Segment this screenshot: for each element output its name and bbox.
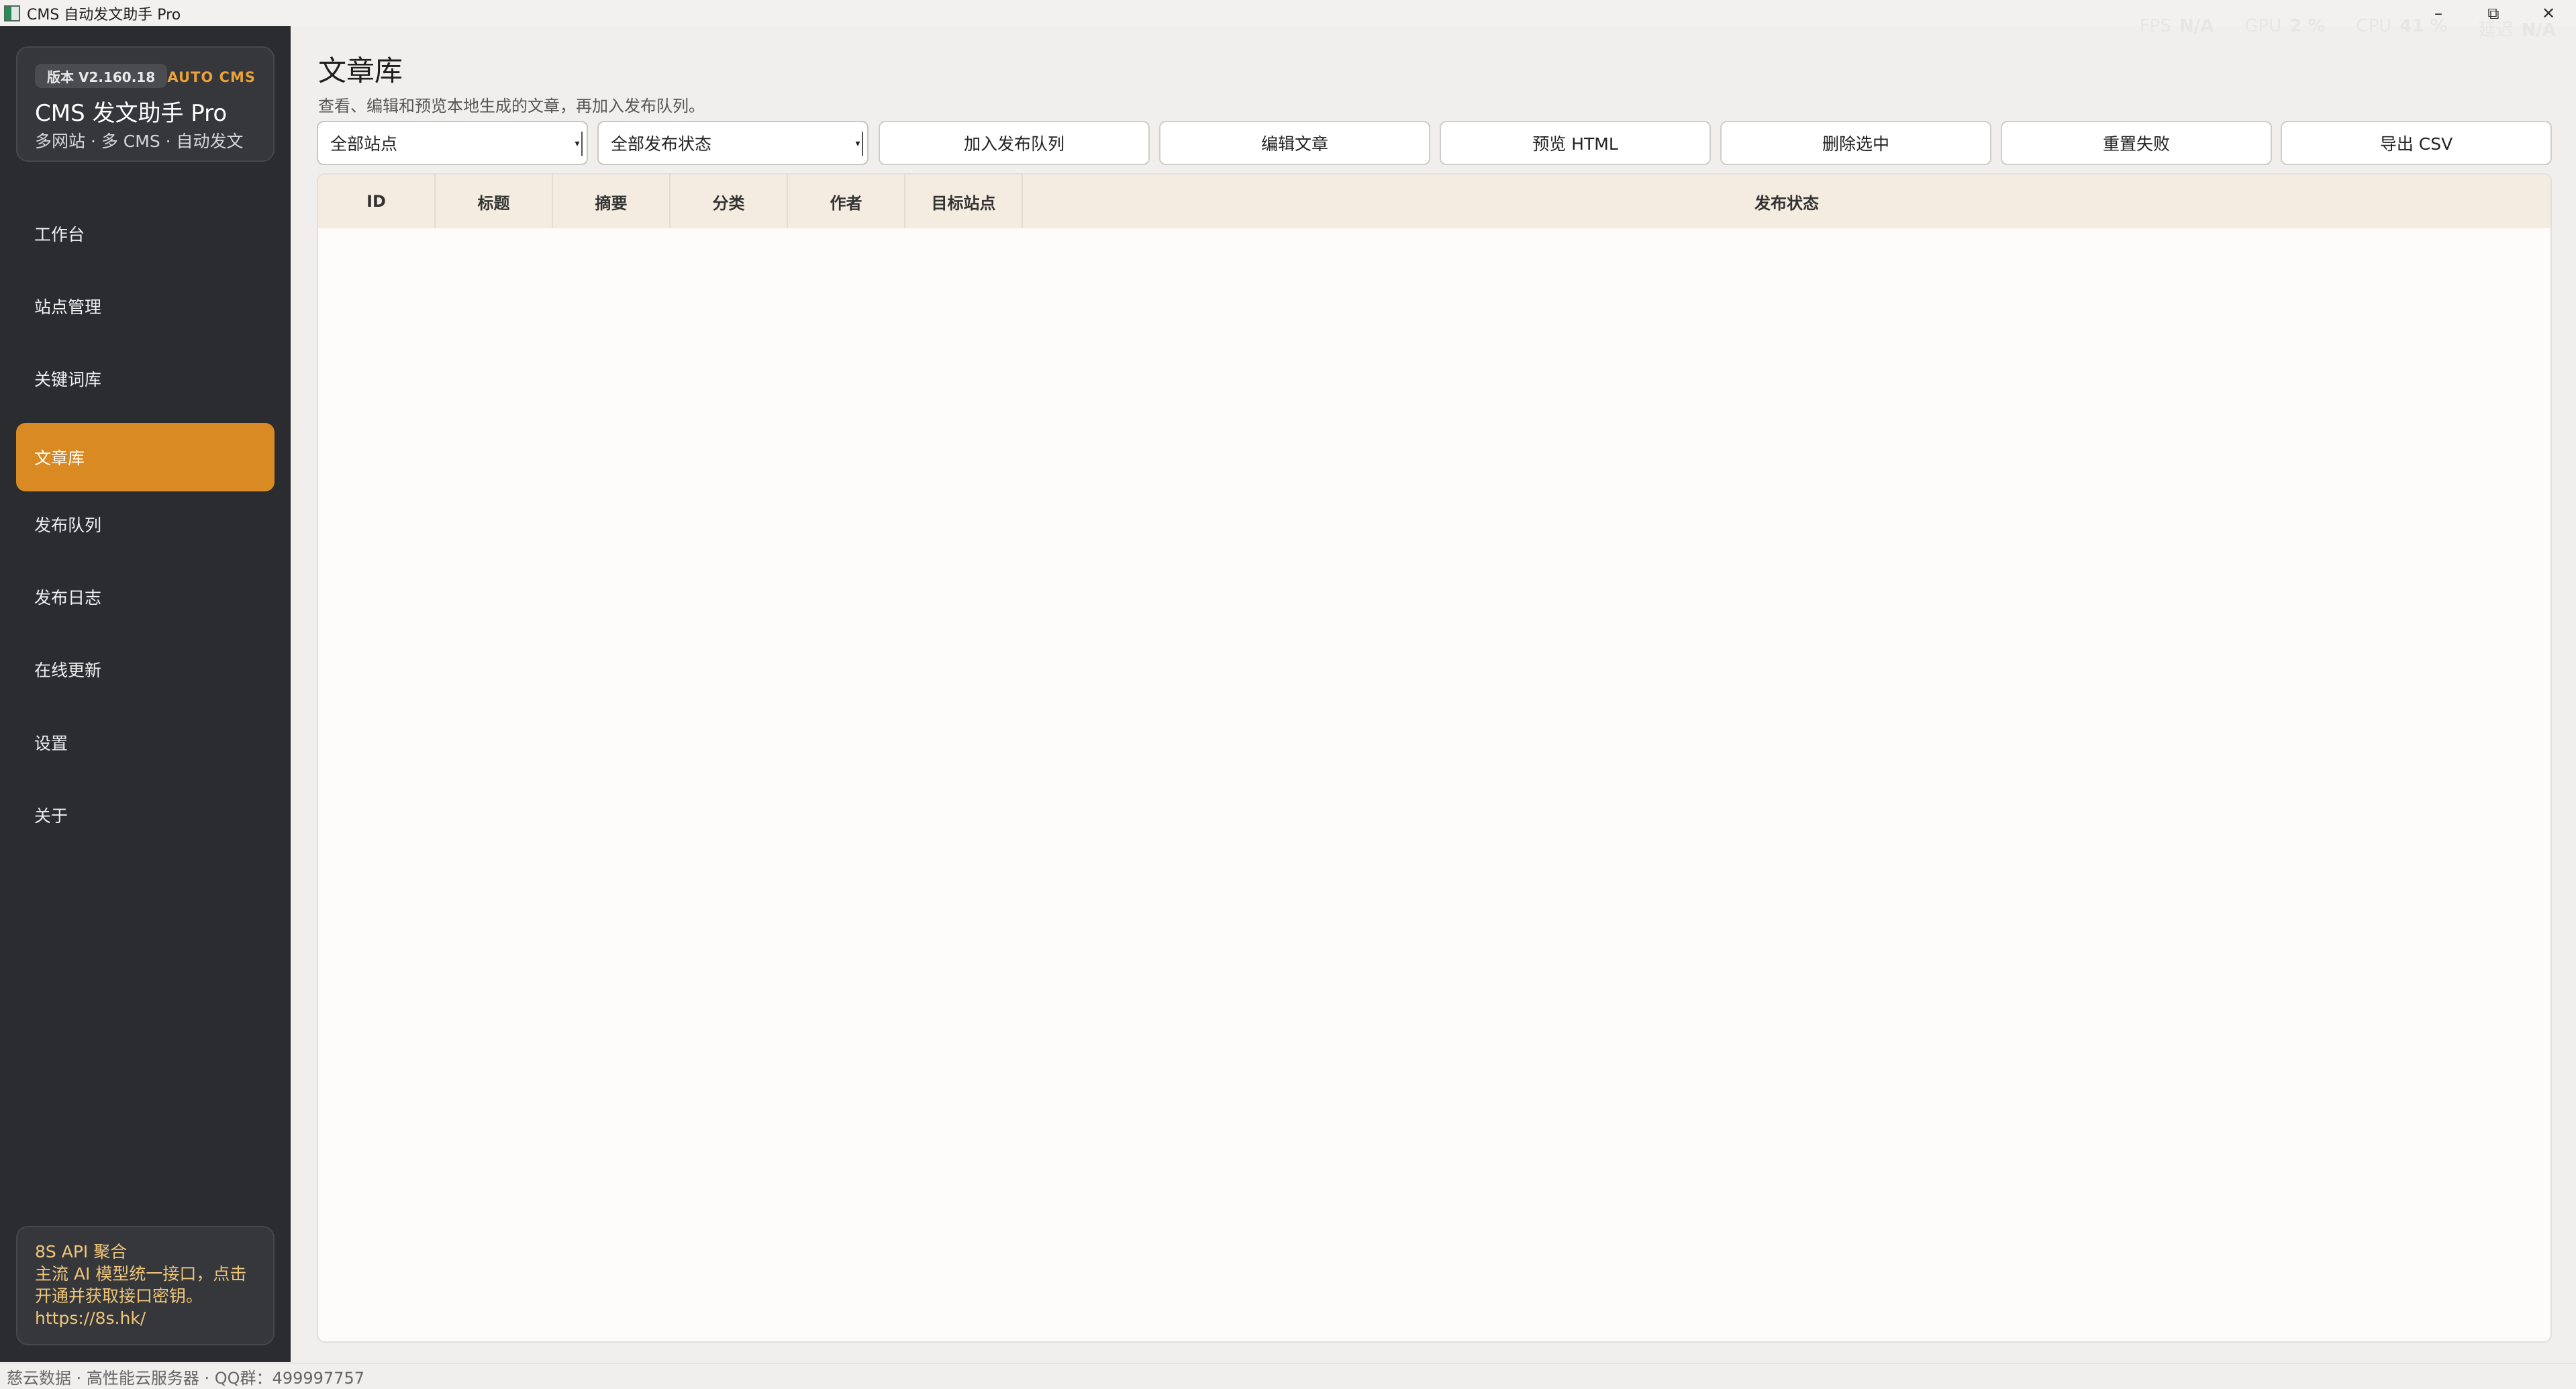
chevron-down-icon: ▾ [854,132,863,156]
metric-fps: FPS N/A [2139,16,2214,36]
sidebar-item-about[interactable]: 关于 [16,781,275,849]
add-to-queue-button[interactable]: 加入发布队列 [879,121,1150,165]
column-header-target-site[interactable]: 目标站点 [905,175,1023,228]
sidebar-item-queue[interactable]: 发布队列 [16,490,275,559]
column-header-status[interactable]: 发布状态 [1023,175,2550,228]
metric-cpu: CPU 41 % [2356,16,2448,36]
promo-body: 主流 AI 模型统一接口，点击开通并获取接口密钥。 [35,1264,247,1306]
version-badge: 版本 V2.160.18 [35,64,168,88]
sidebar-item-logs[interactable]: 发布日志 [16,563,275,631]
sidebar-item-keywords[interactable]: 关键词库 [16,344,275,413]
promo-title: 8S API 聚合 [35,1242,128,1261]
metric-gpu: GPU 2 % [2244,16,2326,36]
chevron-down-icon: ▾ [573,132,583,156]
statusbar: 慈云数据 · 高性能云服务器 · QQ群：499997757 [0,1363,2576,1389]
column-header-summary[interactable]: 摘要 [553,175,671,228]
column-header-author[interactable]: 作者 [788,175,905,228]
sidebar-item-settings[interactable]: 设置 [16,708,275,777]
column-header-id[interactable]: ID [318,175,436,228]
brand-subtitle: 多网站 · 多 CMS · 自动发文 [35,132,244,151]
reset-failed-button[interactable]: 重置失败 [2001,121,2272,165]
app-icon [4,5,20,21]
sidebar-item-sites[interactable]: 站点管理 [16,272,275,340]
metric-latency: 延迟 N/A [2478,20,2556,40]
status-filter-value: 全部发布状态 [611,134,712,154]
page-subtitle: 查看、编辑和预览本地生成的文章，再加入发布队列。 [318,97,705,115]
page-title: 文章库 [318,54,403,87]
status-filter-select[interactable]: 全部发布状态 ▾ [597,121,869,165]
window-title: CMS 自动发文助手 Pro [27,6,181,23]
promo-card[interactable]: 8S API 聚合 主流 AI 模型统一接口，点击开通并获取接口密钥。 http… [16,1226,275,1345]
sidebar-item-update[interactable]: 在线更新 [16,635,275,704]
table-header: ID 标题 摘要 分类 作者 目标站点 发布状态 [318,175,2550,228]
toolbar: 全部站点 ▾ 全部发布状态 ▾ 加入发布队列 编辑文章 预览 HTML 删除选中… [317,121,2552,165]
preview-html-button[interactable]: 预览 HTML [1440,121,1711,165]
delete-selected-button[interactable]: 删除选中 [1720,121,1991,165]
site-filter-value: 全部站点 [330,134,398,154]
sidebar: 版本 V2.160.18 AUTO CMS CMS 发文助手 Pro 多网站 ·… [0,26,291,1362]
export-csv-button[interactable]: 导出 CSV [2281,121,2552,165]
column-header-category[interactable]: 分类 [671,175,788,228]
column-header-title[interactable]: 标题 [436,175,553,228]
auto-cms-tag: AUTO CMS [167,69,256,85]
articles-table: ID 标题 摘要 分类 作者 目标站点 发布状态 [317,173,2552,1343]
site-filter-select[interactable]: 全部站点 ▾ [317,121,588,165]
brand-title: CMS 发文助手 Pro [35,100,228,127]
performance-metrics: FPS N/A GPU 2 % CPU 41 % 延迟 N/A [2140,16,2556,41]
brand-card: 版本 V2.160.18 AUTO CMS CMS 发文助手 Pro 多网站 ·… [16,46,275,162]
sidebar-item-workbench[interactable]: 工作台 [16,199,275,268]
promo-link[interactable]: https://8s.hk/ [35,1307,256,1329]
sidebar-item-articles[interactable]: 文章库 [16,423,275,491]
edit-article-button[interactable]: 编辑文章 [1159,121,1430,165]
